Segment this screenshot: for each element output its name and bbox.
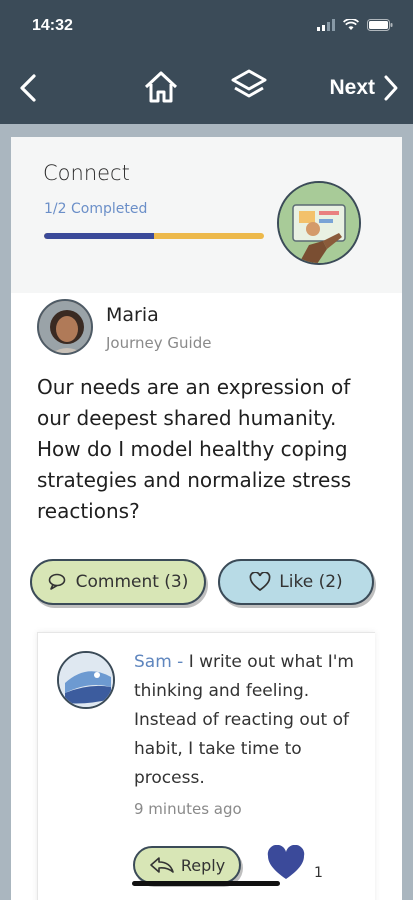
section-badge-image [277, 181, 361, 265]
wifi-icon [343, 19, 359, 30]
progress-bar [44, 233, 264, 239]
reply-icon [150, 857, 174, 873]
section-title: Connect [43, 161, 130, 185]
home-icon[interactable] [143, 70, 179, 104]
comment-icon [48, 573, 65, 590]
like-button-label: Like (2) [279, 572, 343, 592]
status-icons [317, 19, 393, 31]
heart-filled-icon[interactable] [266, 845, 306, 881]
comment-button[interactable]: Comment (3) [30, 559, 206, 605]
reply-button[interactable]: Reply [133, 846, 241, 884]
progress-text: 1/2 Completed [44, 201, 148, 217]
author-avatar[interactable] [37, 299, 93, 355]
progress-fill [44, 233, 154, 239]
author-name: Maria [106, 304, 159, 326]
post-text: Our needs are an expression of our deepe… [37, 375, 352, 523]
layers-icon[interactable] [230, 68, 268, 104]
comment-body: Sam - I write out what I'm thinking and … [134, 648, 374, 793]
comment-separator: - [171, 652, 189, 672]
forward-chevron-icon [384, 75, 398, 101]
home-indicator [132, 881, 280, 886]
heart-outline-icon [249, 572, 271, 592]
comment-avatar[interactable] [57, 651, 115, 709]
app-header: 14:32 Next [0, 0, 413, 124]
section-header: Connect 1/2 Completed [11, 137, 402, 293]
comment-time: 9 minutes ago [134, 800, 242, 818]
comment-text: I write out what I'm thinking and feelin… [134, 652, 354, 788]
status-time: 14:32 [32, 17, 73, 34]
author-role: Journey Guide [106, 334, 212, 352]
comment-button-label: Comment (3) [75, 572, 189, 592]
back-chevron-icon[interactable] [14, 72, 44, 104]
content-card: Connect 1/2 Completed Maria Journey Guid… [11, 137, 402, 900]
next-label: Next [329, 76, 375, 99]
next-button[interactable]: Next [329, 72, 399, 104]
battery-icon [367, 19, 393, 31]
comment-like-count: 1 [314, 865, 323, 881]
comment-author[interactable]: Sam [134, 652, 172, 672]
comment-item: Sam - I write out what I'm thinking and … [37, 632, 375, 900]
signal-icon [317, 19, 335, 31]
like-button[interactable]: Like (2) [218, 559, 374, 605]
reply-label: Reply [180, 855, 226, 875]
